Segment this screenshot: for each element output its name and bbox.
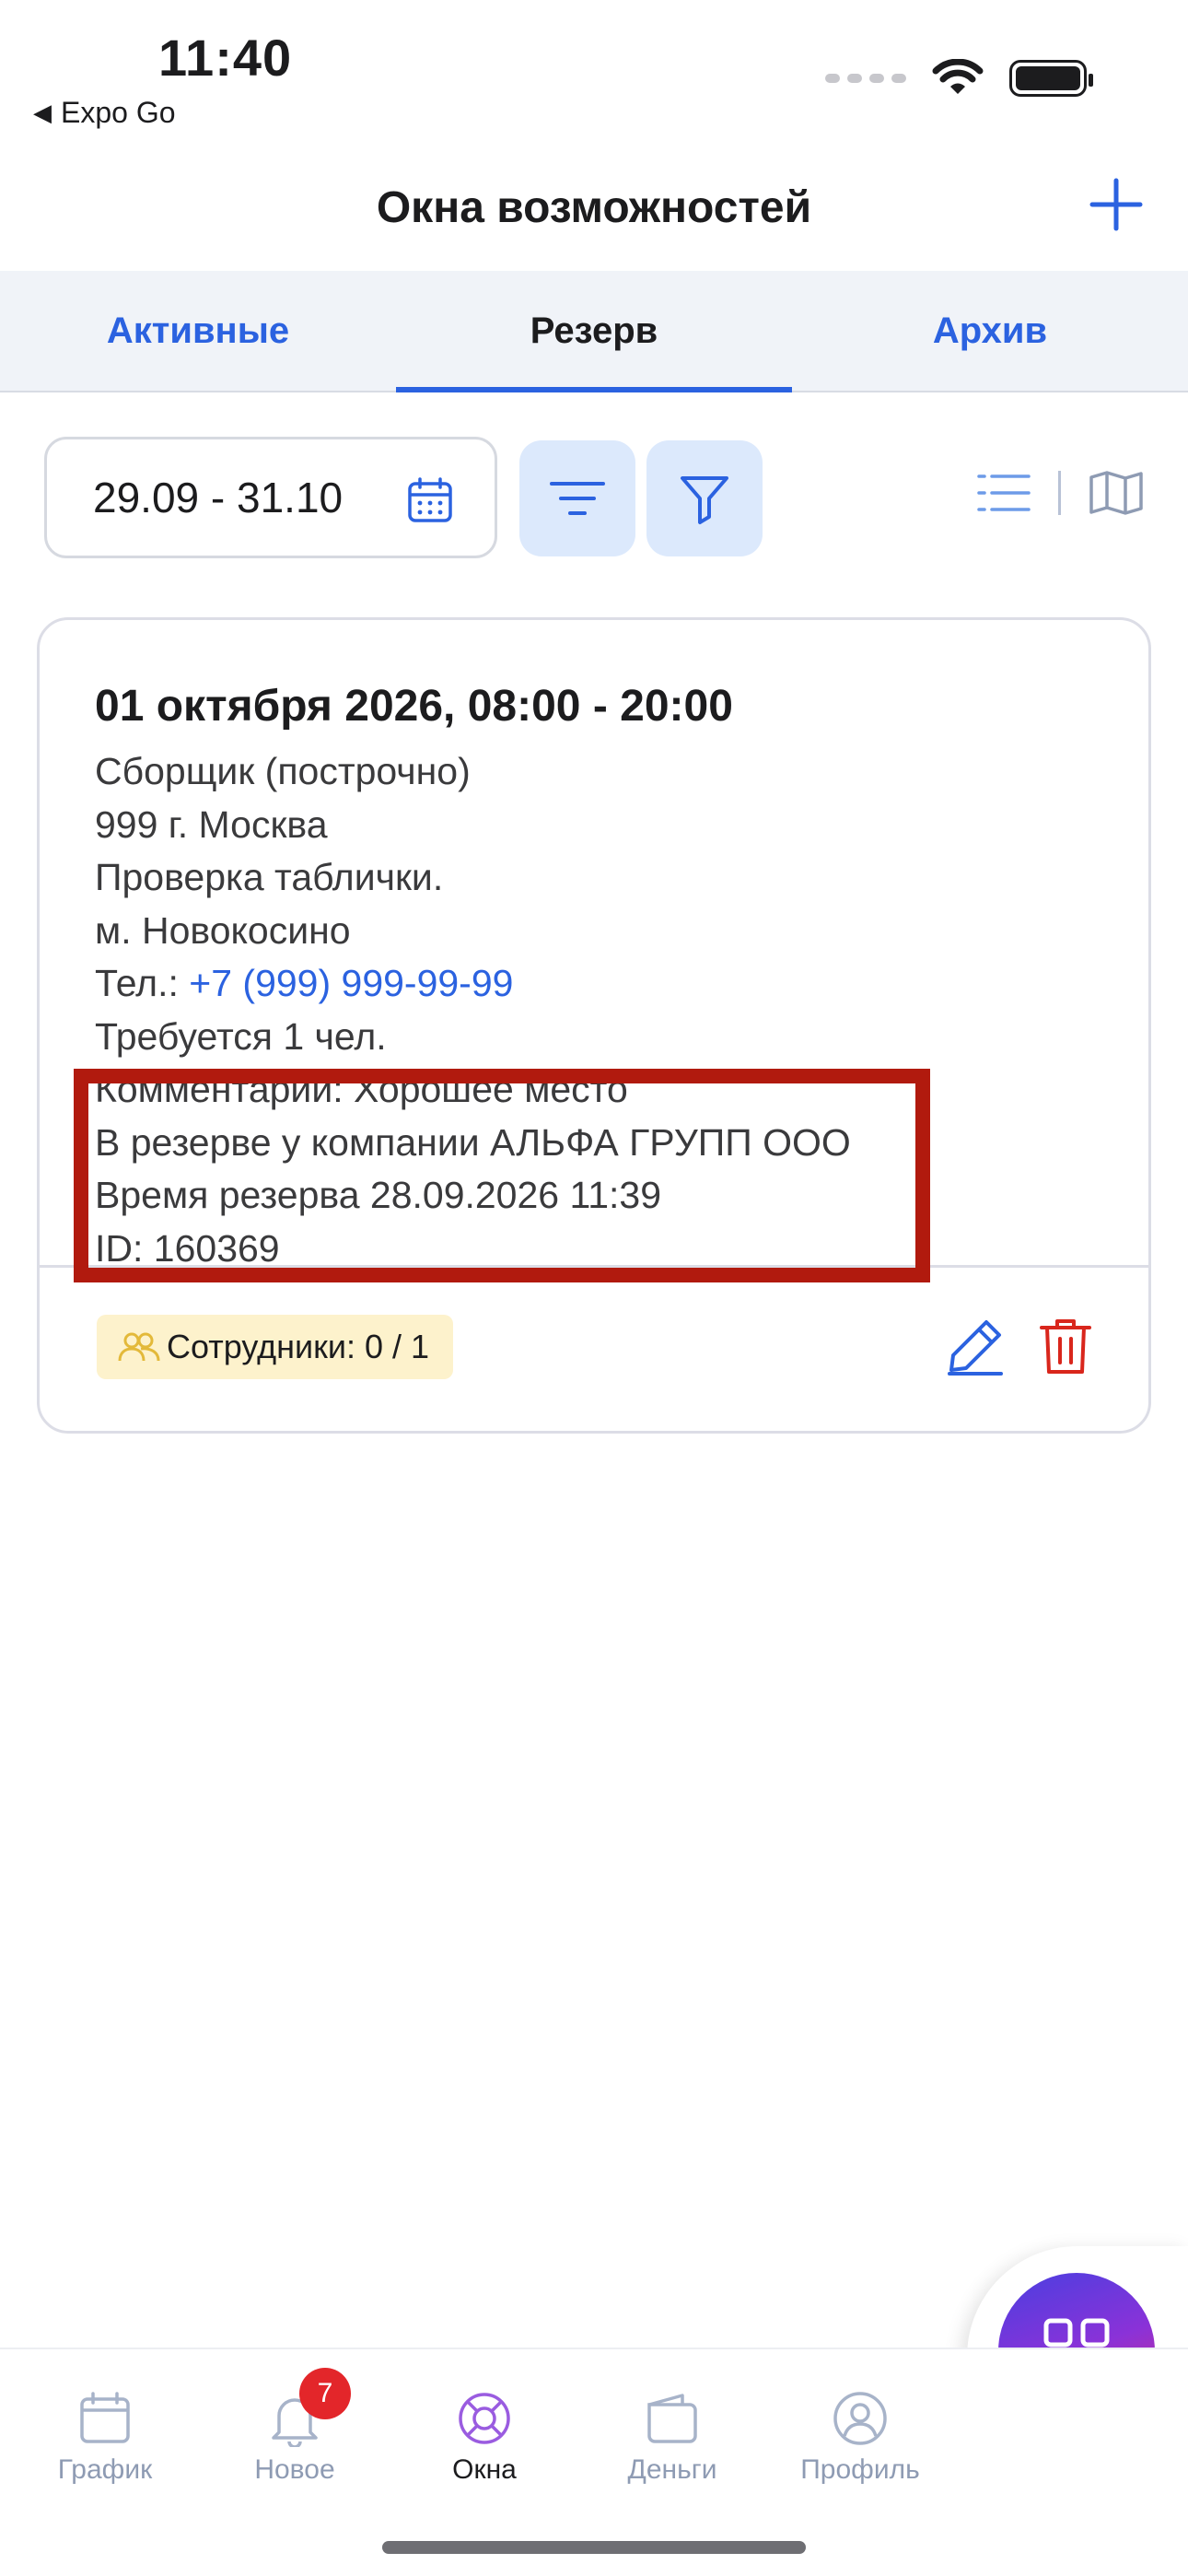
status-icons <box>825 59 1093 98</box>
back-app-label: Expo Go <box>61 96 176 129</box>
header: Окна возможностей <box>0 166 1188 267</box>
filter-button[interactable] <box>646 440 763 556</box>
signal-dots-icon <box>825 74 906 83</box>
nav-label-money: Деньги <box>627 2454 717 2485</box>
nav-label-schedule: График <box>57 2454 153 2485</box>
employees-badge: Сотрудники: 0 / 1 <box>97 1315 454 1379</box>
card-required: Требуется 1 чел. <box>95 1014 387 1058</box>
map-view-icon[interactable] <box>1089 470 1144 516</box>
tab-active[interactable]: Активные <box>0 271 396 391</box>
back-to-app-link[interactable]: ◀ Expo Go <box>33 96 176 130</box>
date-range-value: 29.09 - 31.10 <box>93 474 344 521</box>
users-icon <box>118 1332 160 1362</box>
highlight-box <box>74 1069 930 1282</box>
tab-archive[interactable]: Архив <box>792 271 1188 391</box>
lifebuoy-icon <box>459 2393 510 2444</box>
date-range-picker[interactable]: 29.09 - 31.10 <box>44 437 497 558</box>
plus-icon[interactable] <box>1089 177 1144 232</box>
calendar-icon <box>408 477 452 522</box>
nav-label-new: Новое <box>254 2454 335 2485</box>
filter-icon <box>681 476 728 524</box>
calendar-icon <box>80 2392 130 2443</box>
nav-item-profile[interactable]: Профиль <box>777 2390 943 2486</box>
view-toggle-divider <box>1058 471 1061 515</box>
nav-item-windows[interactable]: Окна <box>402 2390 567 2486</box>
nav-item-new[interactable]: 7 Новое <box>212 2368 378 2486</box>
list-view-icon[interactable] <box>977 472 1031 514</box>
bell-icon-wrap: 7 <box>266 2368 351 2449</box>
sort-button[interactable] <box>519 440 635 556</box>
card-title: 01 октября 2026, 08:00 - 20:00 <box>95 682 733 731</box>
user-icon <box>833 2392 887 2445</box>
view-toggle <box>977 470 1144 516</box>
nav-label-windows: Окна <box>452 2454 517 2485</box>
card-position: Сборщик (построчно) <box>95 750 471 792</box>
card-phone-label: Тел.: <box>95 962 190 1004</box>
toolbar: 29.09 - 31.10 <box>44 437 1144 560</box>
tab-bar: Активные Резерв Архив <box>0 271 1188 392</box>
trash-icon[interactable] <box>1038 1317 1093 1376</box>
pencil-icon[interactable] <box>946 1317 1005 1376</box>
phone-link[interactable]: +7 (999) 999-99-99 <box>189 962 513 1004</box>
wifi-icon <box>932 59 984 94</box>
battery-icon <box>1009 60 1093 97</box>
status-bar: 11:40 ◀ Expo Go <box>0 0 1188 147</box>
nav-label-profile: Профиль <box>800 2454 920 2485</box>
nav-item-money[interactable]: Деньги <box>589 2390 755 2486</box>
notification-badge: 7 <box>299 2368 351 2419</box>
back-triangle-icon: ◀ <box>33 99 52 126</box>
window-card[interactable]: 01 октября 2026, 08:00 - 20:00 Сборщик (… <box>37 617 1151 1434</box>
home-indicator <box>382 2541 806 2554</box>
wallet-icon <box>647 2394 697 2443</box>
card-metro: м. Новокосино <box>95 908 351 952</box>
card-address: 999 г. Москва <box>95 802 328 846</box>
sort-icon <box>550 482 605 515</box>
tab-reserve[interactable]: Резерв <box>396 271 792 392</box>
status-time: 11:40 <box>158 29 293 87</box>
page-title: Окна возможностей <box>376 183 812 232</box>
card-note: Проверка таблички. <box>95 856 444 898</box>
nav-item-schedule[interactable]: График <box>22 2390 188 2486</box>
card-phone-row: Тел.: +7 (999) 999-99-99 <box>95 957 851 1011</box>
employees-badge-label: Сотрудники: 0 / 1 <box>167 1328 430 1365</box>
